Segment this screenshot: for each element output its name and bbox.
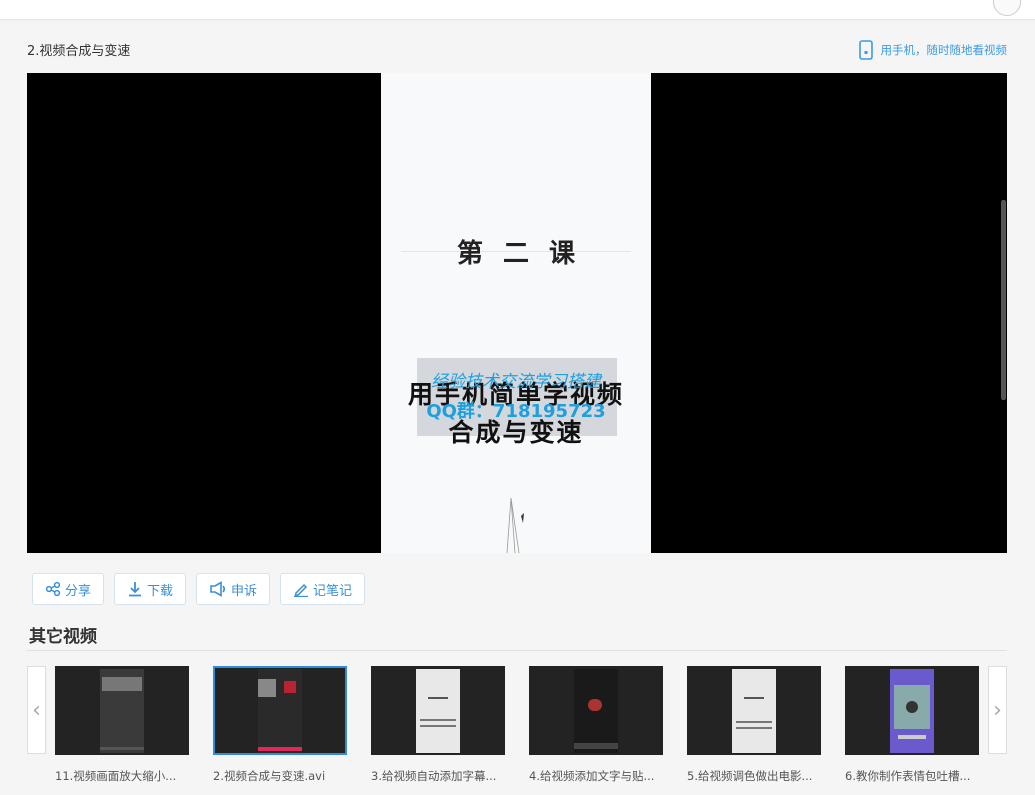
thumbnail-caption[interactable]: 4.给视频添加文字与贴... (529, 768, 659, 784)
video-thumbnail[interactable] (529, 666, 663, 755)
video-thumbnail[interactable] (371, 666, 505, 755)
download-icon (129, 582, 142, 597)
thumbnail-image (416, 669, 460, 753)
video-thumbnail-active[interactable] (213, 666, 347, 755)
watermark-line1: 经验技术交流学习搭建 (431, 372, 601, 392)
watermark-line2: QQ群：718195723 (426, 401, 606, 422)
phone-icon (858, 40, 873, 60)
notes-label: 记笔记 (313, 583, 353, 599)
video-frame: 第二课 用手机简单学视频 合成与变速 经验技术交流学习搭建 QQ群：718195… (381, 73, 651, 553)
next-arrow-button[interactable]: › (988, 666, 1007, 754)
share-label: 分享 (65, 583, 92, 599)
other-videos-heading: 其它视频 (29, 627, 97, 647)
appeal-button[interactable]: 申诉 (196, 573, 271, 605)
video-player[interactable]: 第二课 用手机简单学视频 合成与变速 经验技术交流学习搭建 QQ群：718195… (27, 73, 1007, 553)
thumbnail-image (890, 669, 934, 753)
chevron-left-icon: ‹ (32, 697, 41, 723)
frame-lesson-title: 第二课 (456, 239, 595, 269)
video-thumbnail[interactable] (687, 666, 821, 755)
download-label: 下载 (147, 583, 174, 599)
download-button[interactable]: 下载 (114, 573, 187, 605)
thumbnail-caption[interactable]: 6.教你制作表情包吐槽... (845, 768, 975, 784)
chevron-right-icon: › (993, 697, 1002, 723)
thumbnail-caption[interactable]: 2.视频合成与变速.avi (213, 768, 343, 784)
pencil-icon (294, 583, 309, 597)
thumbnail-caption[interactable]: 11.视频画面放大缩小... (55, 768, 185, 784)
action-bar: 分享 下载 申诉 记笔记 (32, 573, 375, 605)
avatar[interactable] (993, 0, 1021, 16)
mobile-link-label: 用手机，随时随地看视频 (880, 43, 1008, 57)
top-bar (0, 0, 1035, 20)
video-thumbnail[interactable] (55, 666, 189, 755)
mobile-watch-link[interactable]: 用手机，随时随地看视频 (858, 40, 1008, 60)
thumbnail-image (100, 669, 144, 753)
share-button[interactable]: 分享 (32, 573, 105, 605)
prev-arrow-button[interactable]: ‹ (27, 666, 46, 754)
thumbnail-caption[interactable]: 5.给视频调色做出电影... (687, 768, 817, 784)
thumbnail-image (574, 669, 618, 753)
video-title: 2.视频合成与变速 (27, 44, 131, 59)
video-thumbnail[interactable] (845, 666, 979, 755)
thumbnail-caption[interactable]: 3.给视频自动添加字幕... (371, 768, 501, 784)
frame-sketch (506, 498, 524, 553)
page-scrollbar[interactable] (1001, 200, 1006, 400)
share-icon (45, 581, 61, 597)
thumbnail-image (732, 669, 776, 753)
thumbnail-image (258, 669, 302, 753)
section-divider (27, 650, 1007, 651)
take-notes-button[interactable]: 记笔记 (280, 573, 366, 605)
appeal-label: 申诉 (231, 583, 258, 599)
megaphone-icon (210, 581, 226, 597)
